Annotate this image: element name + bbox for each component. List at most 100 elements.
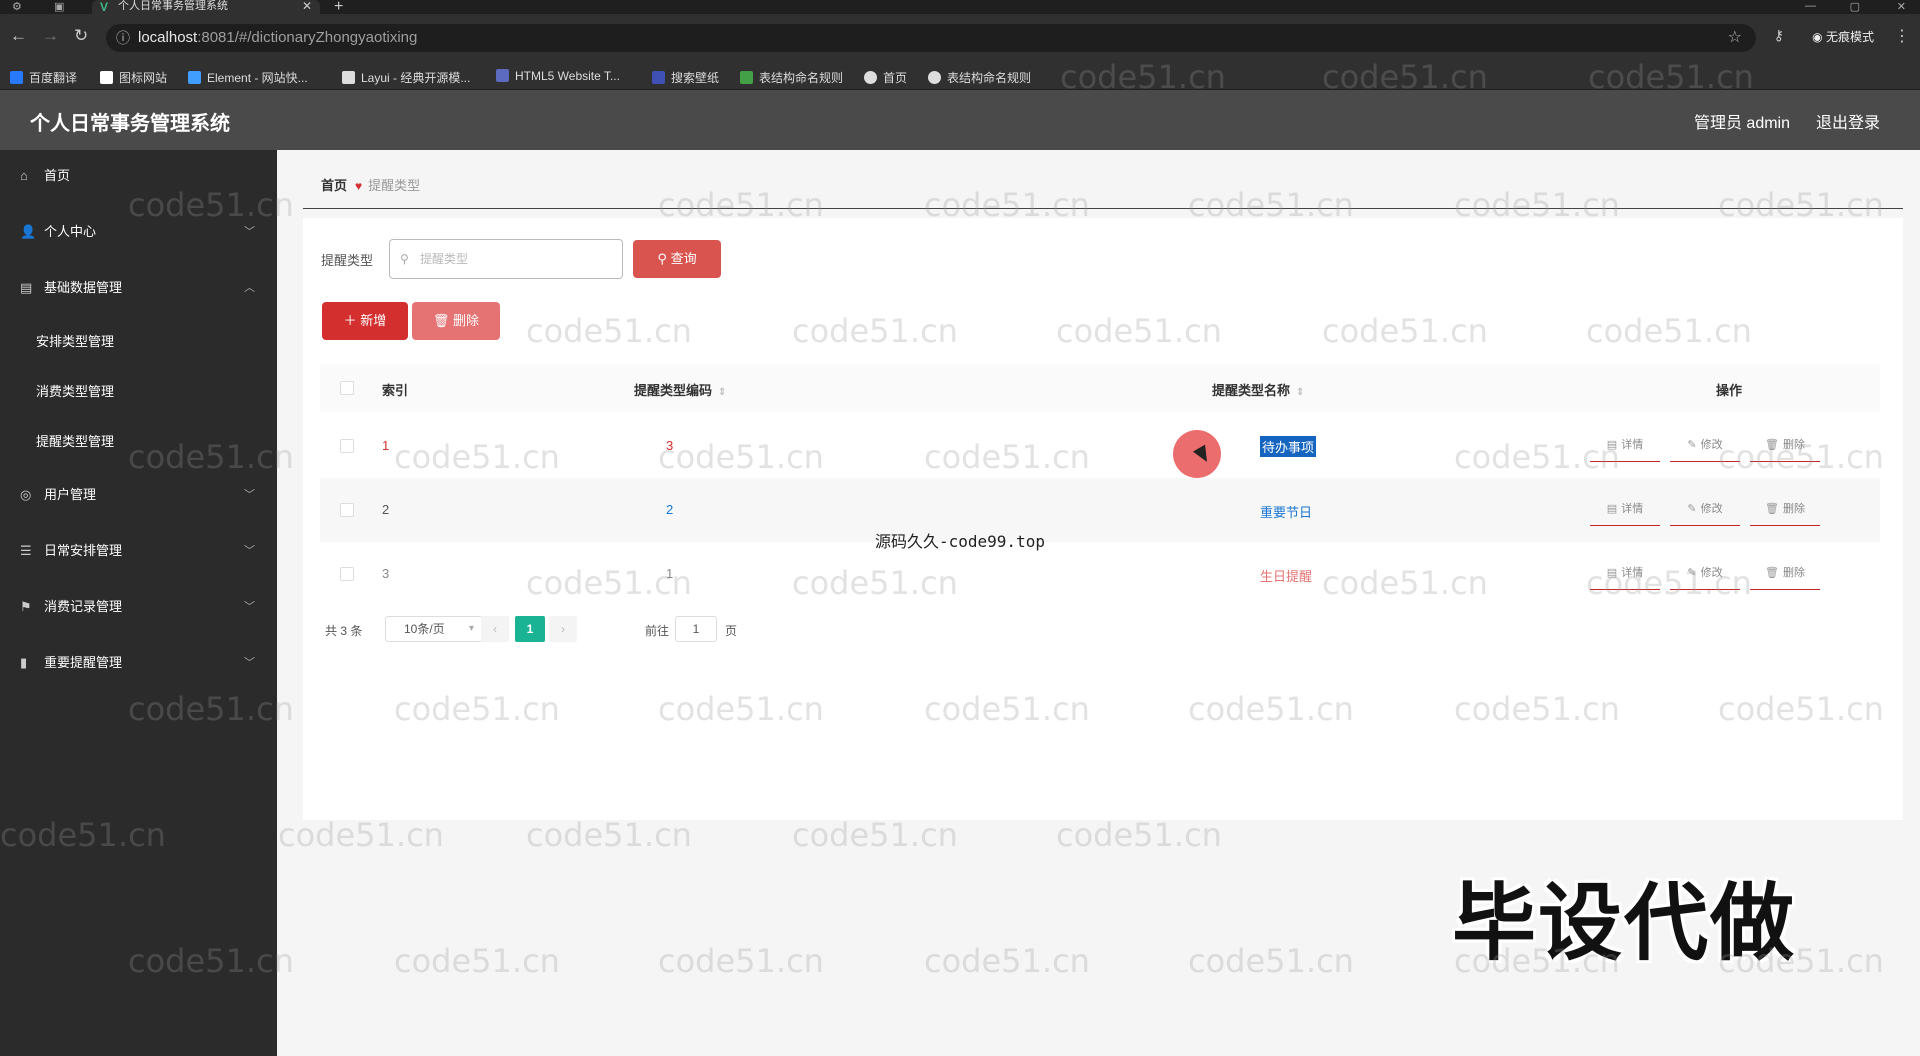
next-page-button[interactable]: ›	[549, 616, 577, 642]
window-close-icon[interactable]: ✕	[1897, 0, 1906, 13]
bookmark-item[interactable]: 百度翻译	[10, 69, 77, 86]
address-bar[interactable]: ⓘ localhost:8081/#/dictionaryZhongyaotix…	[106, 24, 1756, 52]
bookmarks-bar: 百度翻译 图标网站 Element - 网站快... Layui - 经典开源模…	[0, 62, 1920, 90]
delete-button[interactable]: 🗑 删除	[1750, 430, 1820, 462]
column-header-code[interactable]: 提醒类型编码 ⇕	[634, 380, 726, 399]
chevron-left-icon: ‹	[493, 622, 497, 636]
sidebar-item-home[interactable]: ⌂ 首页	[0, 156, 277, 196]
trash-icon: 🗑	[1765, 503, 1779, 515]
tab-close-icon[interactable]: ✕	[302, 0, 312, 12]
back-icon[interactable]: ←	[10, 26, 27, 46]
key-icon[interactable]: ⚷	[1774, 27, 1784, 44]
prev-page-button[interactable]: ‹	[481, 616, 509, 642]
sidebar-subitem-reminder-type[interactable]: 提醒类型管理	[0, 422, 277, 462]
bookmark-star-icon[interactable]: ☆	[1728, 24, 1742, 52]
detail-icon: ▤	[1606, 439, 1618, 451]
edit-button[interactable]: ✎ 修改	[1670, 430, 1740, 462]
logout-button[interactable]: 退出登录	[1816, 109, 1880, 133]
detail-button[interactable]: ▤ 详情	[1590, 558, 1660, 590]
search-placeholder: 提醒类型	[420, 252, 469, 266]
cell-code: 3	[666, 438, 674, 453]
incognito-badge[interactable]: ◉ 无痕模式	[1812, 28, 1874, 45]
cell-index: 1	[382, 438, 390, 453]
search-input[interactable]: ⚲ 提醒类型	[389, 239, 623, 279]
promo-overlay-text: 毕设代做	[1452, 876, 1797, 970]
forward-icon[interactable]: →	[42, 26, 59, 46]
maximize-icon[interactable]: ▢	[1850, 0, 1860, 13]
bookmark-favicon-icon	[188, 71, 201, 84]
sidebar-item-daily-schedule[interactable]: ☰ 日常安排管理 ﹀	[0, 531, 277, 571]
bookmark-item[interactable]: Element - 网站快...	[188, 69, 308, 86]
bookmark-item[interactable]: Layui - 经典开源模...	[342, 69, 470, 86]
bookmark-item[interactable]: 搜索壁纸	[652, 69, 719, 86]
list-icon: ☰	[20, 543, 32, 558]
breadcrumb-home[interactable]: 首页	[321, 178, 347, 193]
incognito-label: 无痕模式	[1825, 30, 1874, 44]
table-row: 3 1 生日提醒 ▤ 详情 ✎ 修改 🗑 删除	[320, 542, 1880, 606]
sidebar-subitem-expense-type[interactable]: 消费类型管理	[0, 372, 277, 412]
bookmark-label: 图标网站	[119, 71, 168, 85]
sidebar-item-label: 基础数据管理	[44, 280, 123, 295]
reload-icon[interactable]: ↻	[74, 26, 88, 46]
sidebar-item-label: 消费记录管理	[44, 599, 123, 614]
sidebar-item-user-management[interactable]: ◎ 用户管理 ﹀	[0, 475, 277, 515]
chevron-right-icon: ›	[561, 622, 565, 636]
site-info-icon[interactable]: ⓘ	[116, 24, 130, 52]
bookmark-item[interactable]: 表结构命名规则	[928, 69, 1031, 86]
bookmark-item[interactable]: 图标网站	[100, 69, 167, 86]
row-checkbox[interactable]	[340, 439, 354, 453]
edit-button[interactable]: ✎ 修改	[1670, 494, 1740, 526]
edit-button[interactable]: ✎ 修改	[1670, 558, 1740, 590]
row-checkbox[interactable]	[340, 503, 354, 517]
breadcrumb: 首页 ♥ 提醒类型	[321, 175, 420, 194]
page-number-current[interactable]: 1	[515, 616, 545, 642]
sidebar-item-basic-data[interactable]: ▤ 基础数据管理 ︿	[0, 268, 277, 308]
delete-button[interactable]: 🗑 删除	[1750, 558, 1820, 590]
row-checkbox[interactable]	[340, 567, 354, 581]
detail-button[interactable]: ▤ 详情	[1590, 494, 1660, 526]
delete-button[interactable]: 🗑 删除	[1750, 494, 1820, 526]
bar-chart-icon: ▮	[20, 655, 28, 670]
browser-menu-icon[interactable]: ⋮	[1894, 26, 1910, 46]
sidebar-subitem-schedule-type[interactable]: 安排类型管理	[0, 322, 277, 362]
browser-toolbar: ← → ↻ ⓘ localhost:8081/#/dictionaryZhong…	[0, 14, 1920, 62]
chevron-down-icon: ﹀	[244, 545, 255, 557]
bookmark-item[interactable]: HTML5 Website T...	[496, 69, 620, 83]
detail-icon: ▤	[1606, 567, 1618, 579]
column-header-actions: 操作	[1716, 383, 1743, 398]
sidebar-item-label: 首页	[44, 168, 71, 183]
column-header-label: 提醒类型编码	[634, 383, 713, 398]
detail-button[interactable]: ▤ 详情	[1590, 430, 1660, 462]
browser-tab[interactable]: V 个人日常事务管理系统 ✕	[92, 0, 320, 14]
minimize-icon[interactable]: —	[1805, 0, 1816, 12]
batch-delete-button[interactable]: 🗑 删除	[412, 302, 500, 340]
tab-overview-icon[interactable]: ▣	[54, 0, 64, 13]
query-button[interactable]: ⚲ 查询	[633, 240, 721, 278]
goto-page-input[interactable]: 1	[675, 616, 717, 642]
bookmark-item[interactable]: 首页	[864, 69, 907, 86]
sidebar-item-important-reminders[interactable]: ▮ 重要提醒管理 ﹀	[0, 643, 277, 683]
edit-label: 修改	[1700, 503, 1723, 515]
sort-icon[interactable]: ⇕	[718, 387, 726, 398]
add-button[interactable]: ＋ 新增	[322, 302, 408, 340]
sort-icon[interactable]: ⇕	[1296, 387, 1304, 398]
url-path: :8081/#/dictionaryZhongyaotixing	[197, 29, 418, 46]
column-header-name[interactable]: 提醒类型名称 ⇕	[1212, 380, 1304, 399]
edit-label: 修改	[1700, 439, 1723, 451]
detail-label: 详情	[1621, 567, 1644, 579]
select-all-checkbox[interactable]	[340, 381, 354, 395]
bookmark-favicon-icon	[864, 71, 877, 84]
page-size-select[interactable]: 10条/页 ▾	[385, 616, 483, 642]
sidebar-item-expense-records[interactable]: ⚑ 消费记录管理 ﹀	[0, 587, 277, 627]
sidebar-item-label: 日常安排管理	[44, 543, 123, 558]
data-icon: ▤	[20, 280, 33, 295]
cell-name: 待办事项	[1260, 436, 1317, 457]
breadcrumb-current: 提醒类型	[368, 178, 421, 193]
goto-label: 前往	[645, 624, 670, 638]
tab-title: 个人日常事务管理系统	[118, 0, 228, 12]
bookmark-label: 搜索壁纸	[671, 71, 720, 85]
url-host: localhost	[138, 29, 198, 46]
sidebar-item-personal-center[interactable]: 👤 个人中心 ﹀	[0, 212, 277, 252]
bookmark-favicon-icon	[740, 71, 753, 84]
bookmark-item[interactable]: 表结构命名规则	[740, 69, 843, 86]
